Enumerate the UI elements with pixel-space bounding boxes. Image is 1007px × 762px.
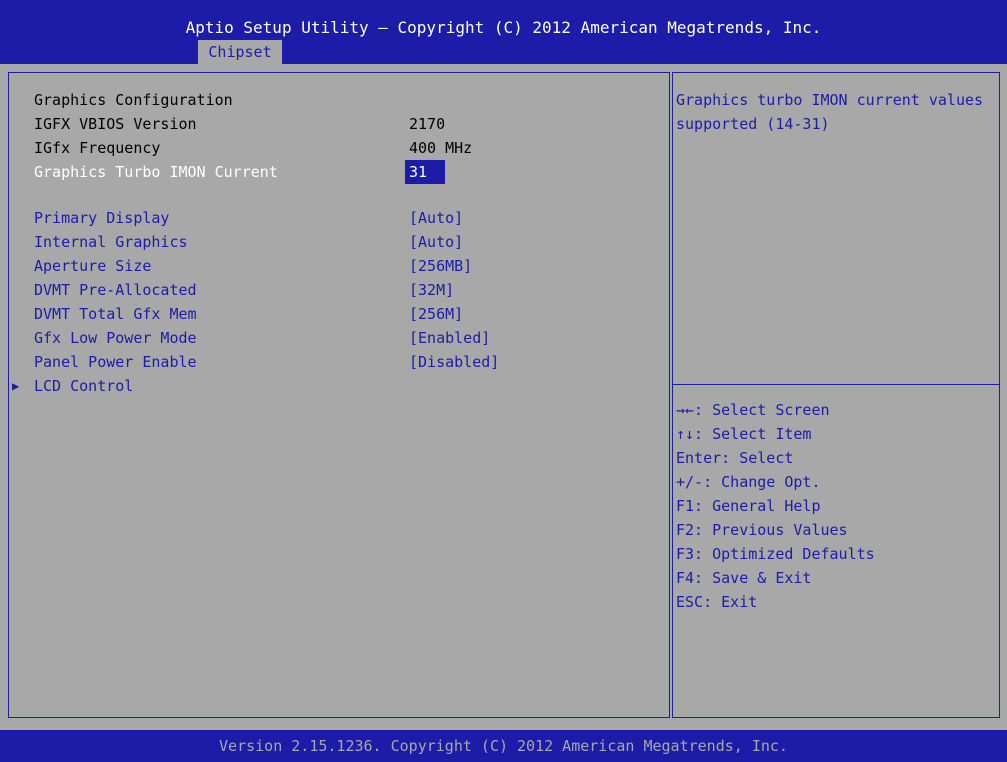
setting-row-primary-display[interactable]: Primary Display [Auto] (34, 206, 654, 230)
section-heading-label: Graphics Configuration (34, 91, 233, 109)
header-bar: Aptio Setup Utility – Copyright (C) 2012… (0, 0, 1007, 64)
setting-row-gfx-low-power-mode[interactable]: Gfx Low Power Mode [Enabled] (34, 326, 654, 350)
setting-value[interactable]: [32M] (409, 278, 454, 302)
setting-label: Aperture Size (34, 257, 152, 275)
info-value: 400 MHz (409, 139, 473, 157)
setting-label: Gfx Low Power Mode (34, 329, 197, 347)
setting-value[interactable]: [256M] (409, 302, 463, 326)
key-help-list: →←: Select Screen ↑↓: Select Item Enter:… (676, 398, 994, 614)
setting-row-dvmt-total-gfx-mem[interactable]: DVMT Total Gfx Mem [256M] (34, 302, 654, 326)
setting-value[interactable]: [Auto] (409, 230, 463, 254)
setting-row-aperture-size[interactable]: Aperture Size [256MB] (34, 254, 654, 278)
setting-label: Graphics Turbo IMON Current (34, 163, 278, 181)
key-help-general-help: F1: General Help (676, 497, 821, 515)
key-help-previous-values: F2: Previous Values (676, 521, 848, 539)
setting-value[interactable]: [Enabled] (409, 326, 490, 350)
footer-bar: Version 2.15.1236. Copyright (C) 2012 Am… (0, 730, 1007, 762)
setting-row-panel-power-enable[interactable]: Panel Power Enable [Disabled] (34, 350, 654, 374)
setting-label: Primary Display (34, 209, 170, 227)
setting-row-dvmt-pre-allocated[interactable]: DVMT Pre-Allocated [32M] (34, 278, 654, 302)
submenu-arrow-icon: ▶ (12, 379, 20, 393)
section-heading-graphics-configuration: Graphics Configuration (34, 88, 654, 112)
setting-label: DVMT Total Gfx Mem (34, 305, 197, 323)
info-row-igfx-vbios-version: IGFX VBIOS Version 2170 (34, 112, 654, 136)
info-value: 2170 (409, 115, 446, 133)
tab-chipset[interactable]: Chipset (198, 40, 282, 64)
key-help-esc-exit: ESC: Exit (676, 593, 758, 611)
setting-value[interactable]: [256MB] (409, 254, 472, 278)
key-help-enter: Enter: Select (676, 449, 794, 467)
footer-version-text: Version 2.15.1236. Copyright (C) 2012 Am… (219, 737, 788, 755)
setting-value[interactable]: [Auto] (409, 206, 463, 230)
help-panel (672, 72, 1000, 718)
setting-value[interactable]: [Disabled] (409, 350, 499, 374)
submenu-label: LCD Control (34, 377, 134, 395)
key-help-optimized-defaults: F3: Optimized Defaults (676, 545, 875, 563)
key-help-select-screen: →←: Select Screen (676, 401, 830, 419)
header-title: Aptio Setup Utility – Copyright (C) 2012… (185, 18, 822, 37)
submenu-lcd-control[interactable]: ▶ LCD Control (12, 374, 654, 398)
info-label: IGFX VBIOS Version (34, 115, 197, 133)
key-help-select-item: ↑↓: Select Item (676, 425, 812, 443)
info-label: IGfx Frequency (34, 139, 161, 157)
setting-row-graphics-turbo-imon-current[interactable]: Graphics Turbo IMON Current 31 (34, 160, 654, 184)
help-description: Graphics turbo IMON current values suppo… (676, 91, 993, 133)
setting-row-internal-graphics[interactable]: Internal Graphics [Auto] (34, 230, 654, 254)
setting-label: Internal Graphics (34, 233, 188, 251)
setting-value-input[interactable]: 31 (405, 160, 445, 184)
key-help-change-opt: +/-: Change Opt. (676, 473, 821, 491)
setting-label: DVMT Pre-Allocated (34, 281, 197, 299)
setting-label: Panel Power Enable (34, 353, 197, 371)
key-help-save-exit: F4: Save & Exit (676, 569, 812, 587)
info-row-igfx-frequency: IGfx Frequency 400 MHz (34, 136, 654, 160)
help-divider (672, 384, 1000, 385)
